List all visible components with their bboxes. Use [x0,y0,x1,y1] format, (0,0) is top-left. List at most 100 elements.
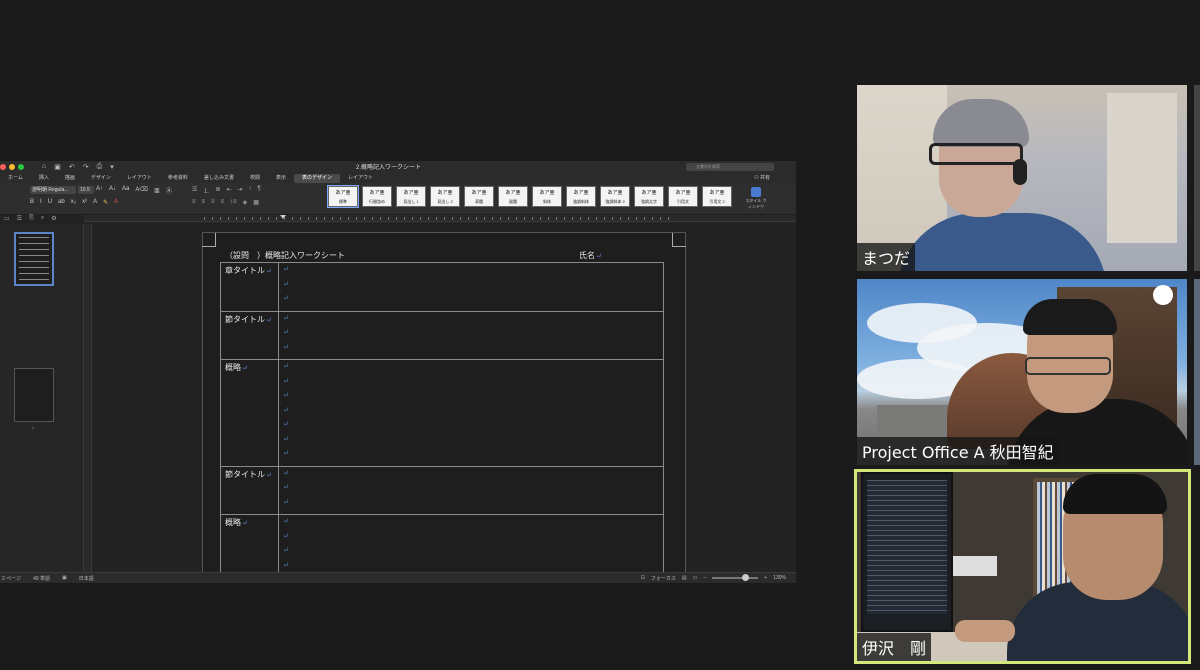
increase-indent-icon[interactable]: ⇥ [237,186,242,195]
document-canvas[interactable]: （設問 ）概略記入ワークシート 氏名↵ 章タイトル↵ ↵ ↵ ↵ 節タイトル↵ ↵ ↵ ↵ 概略… [92,224,796,572]
shading-icon[interactable]: ◈ [243,199,248,206]
style-item[interactable]: あア亜 表題 [464,186,494,207]
redo-icon[interactable]: ↷ [83,163,89,171]
shrink-font-icon[interactable]: A↓ [109,186,116,195]
worksheet-row[interactable]: 概略↵↵↵↵↵↵ [220,514,664,572]
grow-font-icon[interactable]: A↑ [96,186,103,195]
bookmark-icon[interactable]: ⎘ [29,215,34,224]
style-pane-button[interactable]: スタイル ウィンドウ [744,187,768,210]
style-item[interactable]: あア亜 斜体 [532,186,562,207]
zoom-in-icon[interactable]: + [764,575,767,581]
strikethrough-icon[interactable]: ab [58,199,65,206]
focus-mode[interactable]: フォーカス [651,575,676,582]
page-thumbnail[interactable] [14,232,54,286]
zoom-out-icon[interactable]: − [703,575,706,581]
style-item[interactable]: あア亜 行間詰め [362,186,392,207]
zoom-slider-knob[interactable] [742,574,750,581]
row-content-cell[interactable]: ↵↵↵↵↵ [278,514,664,572]
focus-icon[interactable]: ⊡ [641,575,645,581]
page-count[interactable]: 2 ページ [2,575,21,582]
active-speaker-tile[interactable]: 伊沢 剛 [854,469,1191,664]
tab-review[interactable]: 校閲 [242,174,268,183]
zoom-level[interactable]: 130% [773,575,786,581]
participant-tile[interactable]: Project Office A 秋田智紀 [857,279,1187,465]
print-icon[interactable]: ⎙ [97,163,103,171]
enclose-icon[interactable]: Ⓐ [166,186,172,195]
language[interactable]: 日本語 [79,575,94,582]
phonetic-icon[interactable]: 亜 [154,186,160,195]
home-icon[interactable]: ⌂ [42,163,46,171]
tab-table-layout[interactable]: レイアウト [340,174,381,183]
print-layout-icon[interactable]: ▤ [682,575,687,581]
font-size-select[interactable]: 10.5 [78,186,94,194]
style-item[interactable]: あア亜 見出し 2 [430,186,460,207]
row-content-cell[interactable]: ↵ ↵ ↵ [278,465,664,515]
underline-icon[interactable]: U [48,199,52,206]
close-window-icon[interactable] [0,164,6,170]
style-item[interactable]: あア亜 強調斜体 [566,186,596,207]
subscript-icon[interactable]: x₂ [71,199,76,206]
vertical-ruler[interactable] [84,224,92,572]
outline-icon[interactable]: ☰ [17,215,22,224]
row-content-cell[interactable]: ↵ ↵ ↵ ↵ ↵ ↵ ↵ [278,359,664,467]
style-item[interactable]: あア亜 見出し 1 [396,186,426,207]
align-left-icon[interactable]: ≡ [192,199,196,206]
style-item[interactable]: あア亜 強調太字 [634,186,664,207]
highlight-icon[interactable]: ✎ [103,199,108,206]
participant-tile[interactable]: まつだ [857,85,1187,271]
show-marks-icon[interactable]: ¶ [258,186,261,195]
more-icon[interactable]: ▾ [110,163,114,171]
worksheet-row[interactable]: 章タイトル↵ ↵ ↵ ↵ [220,262,664,312]
zoom-slider[interactable] [712,574,759,581]
document-page[interactable]: （設問 ）概略記入ワークシート 氏名↵ 章タイトル↵ ↵ ↵ ↵ 節タイトル↵ ↵ ↵ ↵ 概略… [202,232,686,572]
gear-icon[interactable]: ⚙ [51,215,56,224]
italic-icon[interactable]: I [40,199,42,206]
word-count[interactable]: 49 単語 [33,575,50,582]
worksheet-table[interactable]: 章タイトル↵ ↵ ↵ ↵ 節タイトル↵ ↵ ↵ ↵ 概略↵ ↵ ↵ ↵ ↵ ↵ ↵ ↵ 節タイトル↵ ↵ ↵ ↵ 概略↵… [220,262,664,572]
tab-layout[interactable]: レイアウト [119,174,160,183]
style-item[interactable]: あア亜 引用文 2 [702,186,732,207]
borders-icon[interactable]: ▦ [253,199,259,206]
font-color-icon[interactable]: A [114,199,118,206]
row-content-cell[interactable]: ↵ ↵ ↵ [278,310,664,360]
decrease-indent-icon[interactable]: ⇤ [226,186,231,195]
justify-icon[interactable]: ≡ [221,199,225,206]
worksheet-row[interactable]: 概略↵ ↵ ↵ ↵ ↵ ↵ ↵ ↵ [220,359,664,467]
tab-view[interactable]: 表示 [268,174,294,183]
clear-format-icon[interactable]: A⌫ [135,186,148,195]
text-effects-icon[interactable]: A [93,199,97,206]
line-spacing-icon[interactable]: ↕≡ [230,199,237,206]
web-layout-icon[interactable]: ▭ [693,575,698,581]
shared-screen-word-window[interactable]: ⌂ ▣ ↶ ↷ ⎙ ▾ 2.概略記入ワークシート 文書内を検索 ホーム 挿入 描… [0,161,796,583]
multilevel-icon[interactable]: ≣ [215,186,220,195]
undo-icon[interactable]: ↶ [69,163,75,171]
worksheet-row[interactable]: 節タイトル↵ ↵ ↵ ↵ [220,465,664,515]
style-item[interactable]: あア亜 標準 [327,185,359,208]
style-item[interactable]: あア亜 強調斜体 2 [600,186,630,207]
share-button[interactable]: ⚇ 共有 [754,174,770,181]
align-center-icon[interactable]: ≡ [202,199,206,206]
thumbnails-icon[interactable]: ▭ [4,215,10,224]
row-label-cell[interactable]: 節タイトル↵ [220,465,279,515]
indent-marker[interactable] [280,215,286,219]
search-input[interactable]: 文書内を検索 [686,163,774,171]
change-case-icon[interactable]: Aa [122,186,129,195]
align-right-icon[interactable]: ≡ [211,199,215,206]
tab-mailings[interactable]: 差し込み文書 [196,174,242,183]
row-label-cell[interactable]: 章タイトル↵ [220,262,279,312]
bold-icon[interactable]: B [30,199,34,206]
minimize-window-icon[interactable] [9,164,15,170]
tab-table-design[interactable]: 表のデザイン [293,173,340,183]
row-label-cell[interactable]: 概略↵ [220,359,279,467]
numbering-icon[interactable]: ⒈ [203,186,209,195]
search-icon[interactable]: ⌕ [41,215,44,224]
superscript-icon[interactable]: x² [82,199,87,206]
horizontal-ruler[interactable] [84,215,796,222]
tab-design[interactable]: デザイン [83,174,119,183]
font-family-select[interactable]: 游明朝 Regula... [30,186,76,194]
zoom-window-icon[interactable] [18,164,24,170]
save-icon[interactable]: ▣ [54,163,61,171]
page-thumbnail[interactable] [14,368,54,422]
row-label-cell[interactable]: 概略↵ [220,514,279,572]
style-item[interactable]: あア亜 副題 [498,186,528,207]
